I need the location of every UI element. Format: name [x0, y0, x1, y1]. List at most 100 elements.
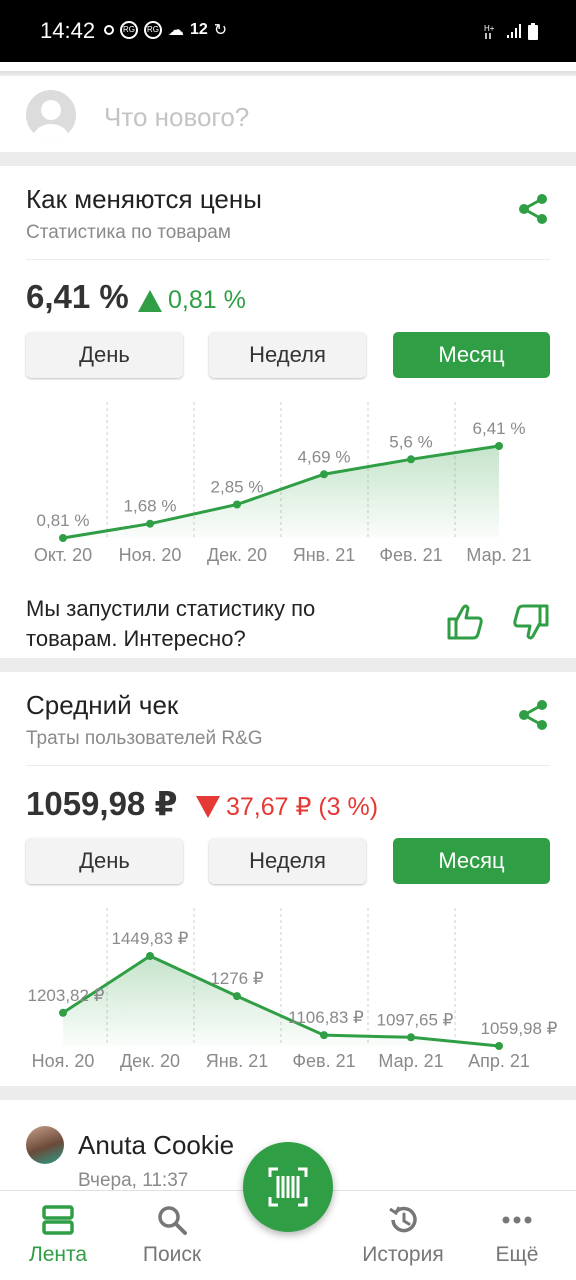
data-label: 5,6 %	[389, 432, 432, 451]
period-day-button[interactable]: День	[26, 838, 183, 884]
new-post-composer[interactable]: Что нового?	[0, 76, 576, 152]
x-tick-label: Фев. 21	[292, 1051, 355, 1071]
post-time: Вчера, 11:37	[78, 1170, 189, 1191]
thumbs-down-icon[interactable]	[510, 602, 550, 642]
nav-more-label: Ещё	[495, 1243, 539, 1266]
feed-icon	[42, 1205, 74, 1235]
data-label: 1097,65 ₽	[377, 1010, 454, 1029]
period-month-button[interactable]: Месяц	[393, 838, 550, 884]
scan-barcode-button[interactable]	[243, 1142, 333, 1232]
stat-delta: 0,81 %	[138, 286, 246, 315]
sync-icon: ↻	[213, 22, 228, 39]
data-label: 6,41 %	[473, 419, 526, 438]
triangle-down-icon	[196, 796, 220, 818]
data-point	[146, 952, 154, 960]
barcode-scan-icon	[268, 1167, 308, 1207]
data-label: 1276 ₽	[210, 969, 264, 988]
x-tick-label: Дек. 20	[207, 545, 267, 565]
data-label: 1,68 %	[124, 497, 177, 516]
average-check-card: Средний чек Траты пользователей R&G 1059…	[0, 672, 576, 1086]
x-tick-label: Мар. 21	[466, 545, 531, 565]
price-stats-card: Как меняются цены Статистика по товарам …	[0, 166, 576, 658]
nav-history[interactable]: История	[348, 1203, 458, 1267]
status-bar: 14:42 RG RG ☁ 12 ↻ H+	[0, 0, 576, 62]
composer-placeholder[interactable]: Что нового?	[104, 102, 249, 133]
divider	[26, 259, 550, 260]
person-icon	[33, 100, 69, 140]
x-tick-label: Мар. 21	[378, 1051, 443, 1071]
card-subtitle: Траты пользователей R&G	[26, 728, 263, 749]
author-avatar[interactable]	[26, 1126, 64, 1164]
weather-icon: ☁	[168, 22, 184, 39]
price-change-chart: 0,81 % Окт. 20 1,68 % Ноя. 20 2,85 % Дек. 20 4…	[34, 402, 532, 565]
divider	[26, 765, 550, 766]
data-point	[407, 1033, 415, 1042]
stat-value: 1059,98 ₽	[26, 785, 178, 822]
stat-value: 6,41 %	[26, 278, 129, 315]
status-time: 14:42	[40, 18, 96, 43]
author-name[interactable]: Anuta Cookie	[78, 1130, 234, 1161]
share-icon[interactable]	[516, 698, 550, 732]
data-point	[59, 1008, 67, 1017]
rg-icon: RG	[120, 21, 138, 39]
period-day-button[interactable]: День	[26, 332, 183, 378]
nav-feed[interactable]: Лента	[3, 1203, 113, 1267]
data-point	[233, 992, 241, 1001]
data-point	[320, 470, 328, 479]
rg-icon: RG	[144, 21, 162, 39]
period-month-button[interactable]: Месяц	[393, 332, 550, 378]
nav-more[interactable]: Ещё	[462, 1203, 572, 1267]
search-icon	[158, 1206, 187, 1235]
period-week-button[interactable]: Неделя	[209, 838, 366, 884]
average-check-chart: 1203,82 ₽ Ноя. 20 1449,83 ₽ Дек. 20 1276 ₽ Ян…	[28, 908, 558, 1071]
chart-area	[63, 446, 499, 538]
thumbs-up-icon[interactable]	[446, 602, 486, 642]
data-label: 1449,83 ₽	[112, 929, 189, 948]
x-tick-label: Янв. 21	[293, 545, 356, 565]
nav-search-label: Поиск	[142, 1243, 202, 1266]
battery-icon	[528, 22, 538, 40]
data-label: 0,81 %	[37, 511, 90, 530]
temperature-text: 12	[190, 21, 208, 38]
data-point	[59, 534, 67, 542]
data-point	[495, 442, 503, 450]
svg-text:H+: H+	[484, 24, 495, 33]
data-label: 1059,98 ₽	[481, 1019, 558, 1038]
x-tick-label: Ноя. 20	[32, 1051, 95, 1071]
data-point	[407, 455, 415, 464]
x-tick-label: Ноя. 20	[119, 545, 182, 565]
card-title: Средний чек	[26, 690, 179, 720]
delta-value: 0,81 %	[168, 286, 246, 314]
feedback-question: Мы запустили статистику по товарам. Инте…	[26, 596, 316, 651]
period-week-button[interactable]: Неделя	[209, 332, 366, 378]
data-label: 1106,83 ₽	[288, 1008, 364, 1027]
x-tick-label: Дек. 20	[120, 1051, 180, 1071]
delta-value: 37,67 ₽ (3 %)	[226, 793, 379, 821]
data-label: 1203,82 ₽	[28, 986, 105, 1005]
nav-search[interactable]: Поиск	[117, 1203, 227, 1267]
data-point	[233, 500, 241, 509]
x-tick-label: Янв. 21	[206, 1051, 269, 1071]
data-point	[320, 1031, 328, 1040]
network-icon: H+	[484, 24, 495, 39]
data-point	[495, 1042, 503, 1050]
data-point	[146, 519, 154, 528]
x-tick-label: Фев. 21	[379, 545, 442, 565]
status-system-icons: H+	[484, 22, 538, 40]
status-notification-icons: RG RG ☁ 12 ↻	[104, 20, 227, 40]
nav-history-label: История	[362, 1243, 444, 1266]
card-title: Как меняются цены	[26, 184, 262, 214]
data-label: 2,85 %	[211, 477, 264, 496]
x-tick-label: Апр. 21	[468, 1051, 530, 1071]
x-tick-label: Окт. 20	[34, 545, 92, 565]
top-strip	[0, 62, 576, 74]
stat-delta: 37,67 ₽ (3 %)	[196, 792, 378, 822]
share-icon[interactable]	[516, 192, 550, 226]
user-avatar[interactable]	[26, 90, 76, 140]
triangle-up-icon	[138, 289, 162, 312]
ring-icon	[104, 25, 114, 35]
nav-feed-label: Лента	[28, 1243, 88, 1266]
card-subtitle: Статистика по товарам	[26, 222, 231, 243]
more-dots-icon	[502, 1216, 532, 1224]
data-label: 4,69 %	[298, 447, 351, 466]
